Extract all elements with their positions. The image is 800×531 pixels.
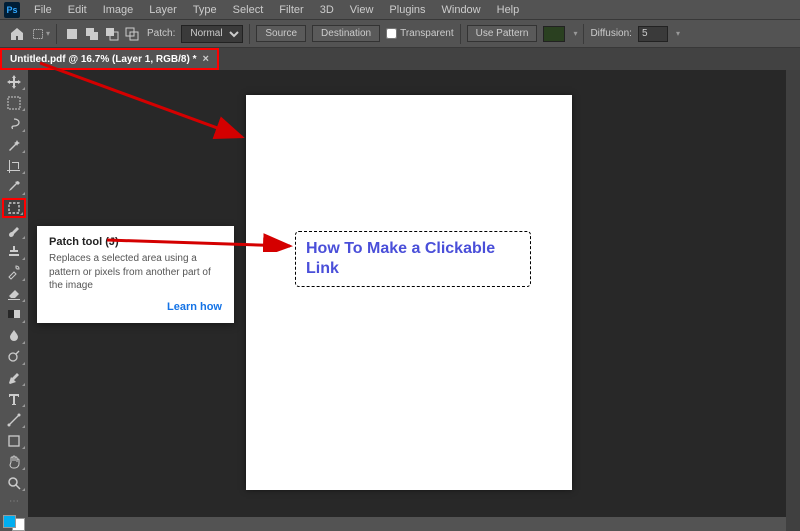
subtract-selection-icon[interactable] bbox=[103, 25, 121, 43]
menu-file[interactable]: File bbox=[26, 2, 60, 18]
menu-plugins[interactable]: Plugins bbox=[381, 2, 433, 18]
intersect-selection-icon[interactable] bbox=[123, 25, 141, 43]
toolbar-divider: ⋯ bbox=[9, 496, 19, 507]
diffusion-label: Diffusion: bbox=[590, 28, 632, 39]
patch-tool[interactable] bbox=[2, 198, 26, 218]
source-button[interactable]: Source bbox=[256, 25, 306, 42]
tooltip-description: Replaces a selected area using a pattern… bbox=[49, 252, 222, 293]
tool-preset-icon[interactable]: ▾ bbox=[32, 25, 50, 43]
marquee-tool[interactable] bbox=[2, 93, 26, 112]
move-tool[interactable] bbox=[2, 72, 26, 91]
diffusion-input[interactable] bbox=[638, 26, 668, 42]
link-text: How To Make a Clickable Link bbox=[306, 239, 520, 279]
menu-window[interactable]: Window bbox=[434, 2, 489, 18]
history-brush-tool[interactable] bbox=[2, 263, 26, 282]
document-tab-title: Untitled.pdf @ 16.7% (Layer 1, RGB/8) * bbox=[10, 54, 196, 65]
menu-view[interactable]: View bbox=[342, 2, 382, 18]
menu-filter[interactable]: Filter bbox=[271, 2, 311, 18]
menu-help[interactable]: Help bbox=[489, 2, 528, 18]
patch-mode-select[interactable]: Normal bbox=[181, 25, 243, 43]
patch-selection[interactable]: How To Make a Clickable Link bbox=[295, 231, 531, 287]
dodge-tool[interactable] bbox=[2, 347, 26, 366]
color-swatches[interactable] bbox=[3, 515, 25, 531]
document-tab-bar: Untitled.pdf @ 16.7% (Layer 1, RGB/8) * … bbox=[0, 48, 800, 70]
selection-mode-group bbox=[63, 25, 141, 43]
app-logo: Ps bbox=[4, 2, 20, 18]
hand-tool[interactable] bbox=[2, 452, 26, 471]
pattern-swatch[interactable] bbox=[543, 26, 565, 42]
crop-tool[interactable] bbox=[2, 156, 26, 175]
add-selection-icon[interactable] bbox=[83, 25, 101, 43]
brush-tool[interactable] bbox=[2, 220, 26, 239]
use-pattern-button[interactable]: Use Pattern bbox=[467, 25, 538, 42]
menu-image[interactable]: Image bbox=[95, 2, 142, 18]
menu-3d[interactable]: 3D bbox=[312, 2, 342, 18]
tooltip-title: Patch tool (J) bbox=[49, 236, 222, 248]
lasso-tool[interactable] bbox=[2, 114, 26, 133]
tool-tooltip: Patch tool (J) Replaces a selected area … bbox=[37, 226, 234, 323]
type-tool[interactable] bbox=[2, 389, 26, 408]
patch-label: Patch: bbox=[147, 28, 175, 39]
zoom-tool[interactable] bbox=[2, 473, 26, 492]
pattern-chevron-icon[interactable]: ▾ bbox=[573, 29, 577, 38]
foreground-color-swatch[interactable] bbox=[3, 515, 16, 528]
blur-tool[interactable] bbox=[2, 326, 26, 345]
gradient-tool[interactable] bbox=[2, 305, 26, 324]
document-tab[interactable]: Untitled.pdf @ 16.7% (Layer 1, RGB/8) * … bbox=[0, 48, 219, 70]
options-bar: ▾ Patch: Normal Source Destination Trans… bbox=[0, 20, 800, 48]
toolbar: ⋯ bbox=[0, 70, 28, 531]
path-tool[interactable] bbox=[2, 410, 26, 429]
menu-select[interactable]: Select bbox=[225, 2, 272, 18]
menu-type[interactable]: Type bbox=[185, 2, 225, 18]
right-panel-strip bbox=[786, 70, 800, 531]
new-selection-icon[interactable] bbox=[63, 25, 81, 43]
eyedropper-tool[interactable] bbox=[2, 177, 26, 196]
eraser-tool[interactable] bbox=[2, 284, 26, 303]
quick-select-tool[interactable] bbox=[2, 135, 26, 154]
destination-button[interactable]: Destination bbox=[312, 25, 380, 42]
menu-bar: Ps File Edit Image Layer Type Select Fil… bbox=[0, 0, 800, 20]
learn-how-link[interactable]: Learn how bbox=[49, 301, 222, 313]
menu-layer[interactable]: Layer bbox=[141, 2, 185, 18]
transparent-checkbox-input[interactable] bbox=[386, 28, 397, 39]
transparent-checkbox[interactable]: Transparent bbox=[386, 28, 454, 39]
menu-edit[interactable]: Edit bbox=[60, 2, 95, 18]
clone-tool[interactable] bbox=[2, 242, 26, 261]
canvas-document[interactable] bbox=[246, 95, 572, 490]
diffusion-chevron-icon[interactable]: ▾ bbox=[676, 29, 680, 38]
transparent-label: Transparent bbox=[400, 28, 454, 39]
home-icon[interactable] bbox=[8, 25, 26, 43]
pen-tool[interactable] bbox=[2, 368, 26, 387]
close-icon[interactable]: × bbox=[202, 53, 208, 65]
shape-tool[interactable] bbox=[2, 431, 26, 450]
